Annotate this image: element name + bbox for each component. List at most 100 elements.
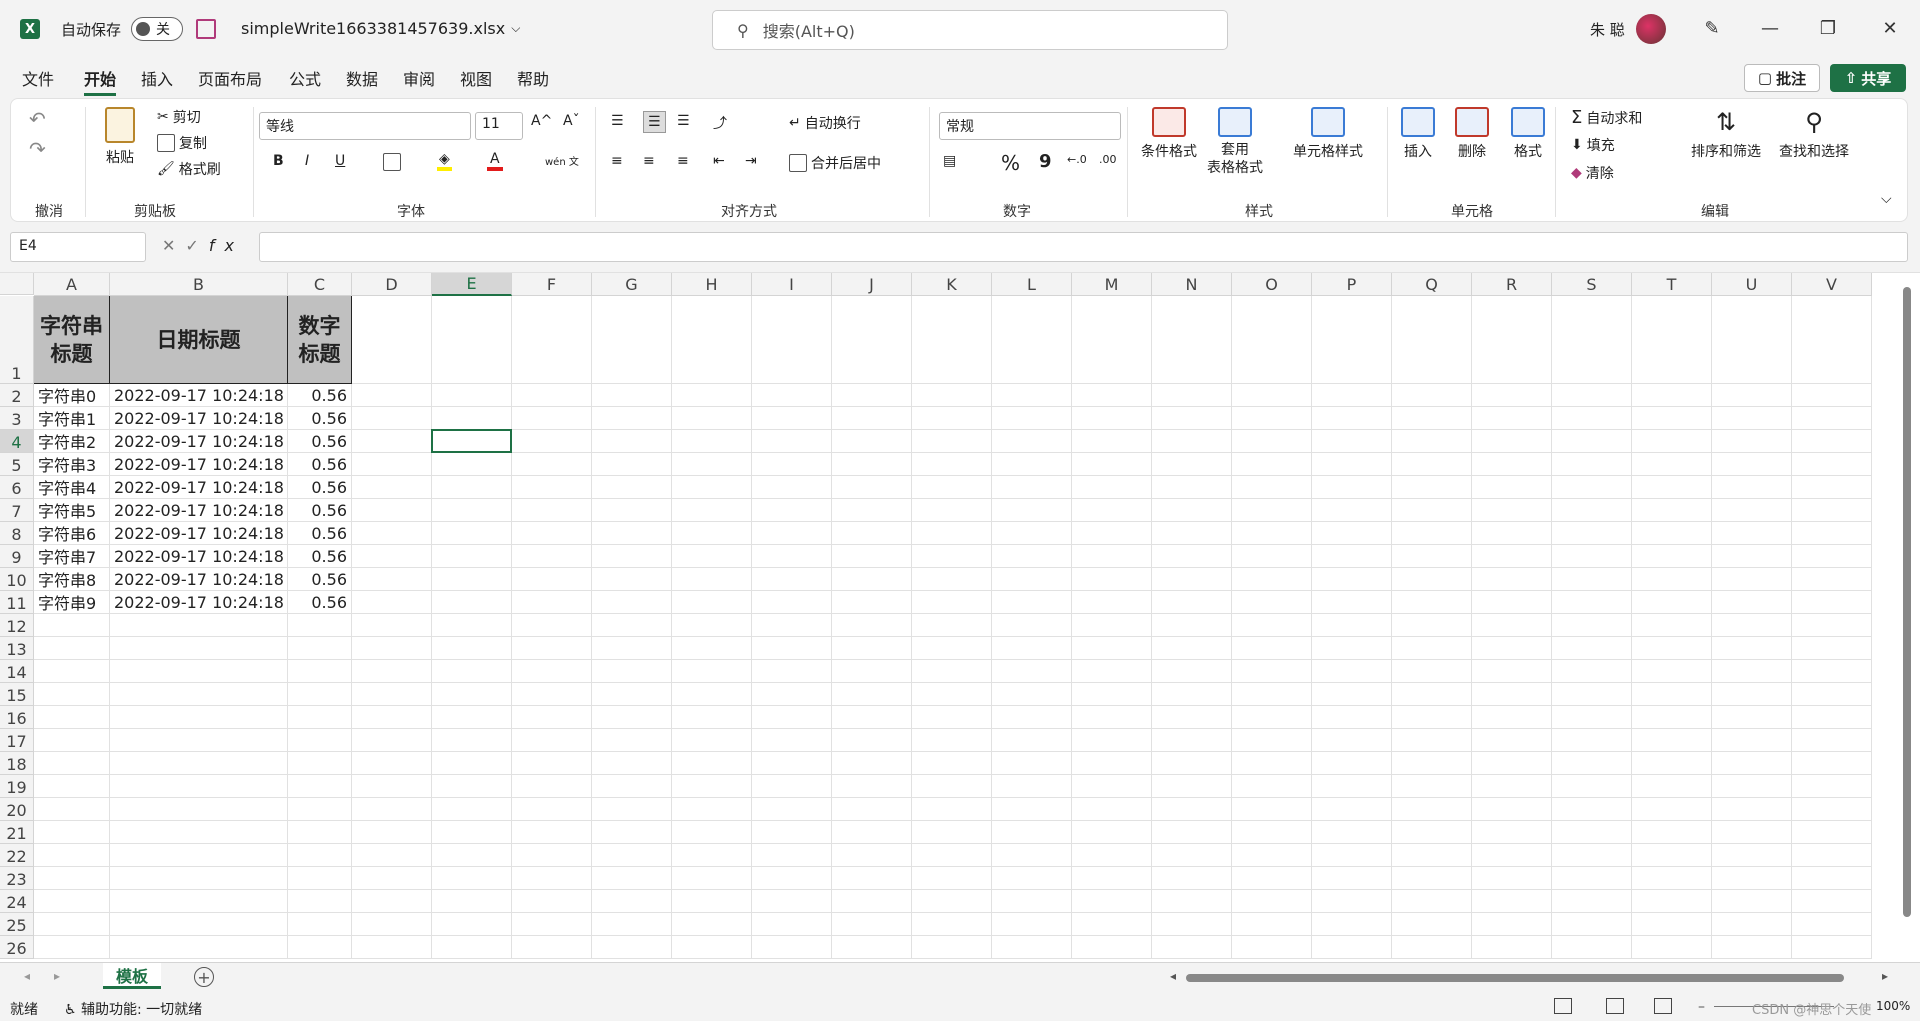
row-header[interactable]: 19: [0, 775, 34, 798]
cell[interactable]: [1552, 499, 1632, 522]
cell[interactable]: [432, 614, 512, 637]
cell[interactable]: [592, 798, 672, 821]
cell[interactable]: [752, 568, 832, 591]
cell[interactable]: [1072, 890, 1152, 913]
cell[interactable]: [110, 683, 288, 706]
cell[interactable]: [432, 407, 512, 430]
table-cell[interactable]: 2022-09-17 10:24:18: [110, 499, 288, 522]
cell[interactable]: [912, 660, 992, 683]
menu-page-layout[interactable]: 页面布局: [198, 66, 262, 90]
cell[interactable]: [912, 453, 992, 476]
cell[interactable]: [672, 476, 752, 499]
cell[interactable]: [432, 683, 512, 706]
cell[interactable]: [512, 913, 592, 936]
table-cell[interactable]: 2022-09-17 10:24:18: [110, 545, 288, 568]
cell[interactable]: [912, 296, 992, 384]
scroll-left-icon[interactable]: ◂: [1170, 969, 1176, 983]
cell[interactable]: [432, 453, 512, 476]
cell[interactable]: [1152, 453, 1232, 476]
cell[interactable]: [432, 798, 512, 821]
cell[interactable]: [1632, 936, 1712, 959]
cell[interactable]: [912, 890, 992, 913]
cell[interactable]: [1792, 821, 1872, 844]
cell[interactable]: [512, 296, 592, 384]
cell[interactable]: [1552, 591, 1632, 614]
save-icon[interactable]: [196, 19, 216, 39]
cell[interactable]: [1712, 706, 1792, 729]
cell[interactable]: [1632, 821, 1712, 844]
menu-insert[interactable]: 插入: [141, 66, 173, 90]
cell[interactable]: [672, 545, 752, 568]
cell[interactable]: [912, 499, 992, 522]
cell[interactable]: [1632, 706, 1712, 729]
cell[interactable]: [1312, 430, 1392, 453]
row-header[interactable]: 2: [0, 384, 34, 407]
cell[interactable]: [110, 614, 288, 637]
cell[interactable]: [512, 729, 592, 752]
cell[interactable]: [432, 890, 512, 913]
column-header[interactable]: A: [34, 273, 110, 296]
cell[interactable]: [992, 821, 1072, 844]
merge-center-button[interactable]: 合并后居中: [789, 153, 881, 173]
cell[interactable]: [1232, 660, 1312, 683]
cell[interactable]: [1072, 660, 1152, 683]
cell[interactable]: [752, 476, 832, 499]
cell[interactable]: [752, 430, 832, 453]
row-header[interactable]: 21: [0, 821, 34, 844]
cell[interactable]: [34, 798, 110, 821]
bold-button[interactable]: B: [273, 153, 284, 169]
cell[interactable]: [992, 384, 1072, 407]
cell[interactable]: [512, 591, 592, 614]
cell[interactable]: [592, 844, 672, 867]
cell[interactable]: [672, 637, 752, 660]
cell[interactable]: [832, 729, 912, 752]
cell[interactable]: [592, 913, 672, 936]
cell[interactable]: [832, 453, 912, 476]
formula-input[interactable]: [259, 232, 1908, 262]
cell[interactable]: [832, 867, 912, 890]
cell[interactable]: [352, 936, 432, 959]
row-header[interactable]: 20: [0, 798, 34, 821]
cell[interactable]: [992, 844, 1072, 867]
cell[interactable]: [512, 545, 592, 568]
cell[interactable]: [1632, 407, 1712, 430]
cell[interactable]: [1712, 729, 1792, 752]
cell[interactable]: [992, 614, 1072, 637]
cell[interactable]: [1472, 798, 1552, 821]
header-cell[interactable]: 数字标题: [288, 296, 352, 384]
cell[interactable]: [1552, 407, 1632, 430]
cell[interactable]: [1232, 936, 1312, 959]
cell[interactable]: [352, 637, 432, 660]
cell[interactable]: [1472, 752, 1552, 775]
cell[interactable]: [592, 453, 672, 476]
cell[interactable]: [672, 499, 752, 522]
page-break-view-icon[interactable]: [1654, 998, 1672, 1014]
cell[interactable]: [432, 729, 512, 752]
cell[interactable]: [512, 453, 592, 476]
cell[interactable]: [832, 821, 912, 844]
column-header[interactable]: F: [512, 273, 592, 296]
cell[interactable]: [110, 706, 288, 729]
cell[interactable]: [352, 729, 432, 752]
cell[interactable]: [832, 591, 912, 614]
cell[interactable]: [1472, 660, 1552, 683]
cell[interactable]: [1472, 568, 1552, 591]
chevron-down-icon[interactable]: ⌵: [1881, 191, 1892, 207]
cell[interactable]: [592, 568, 672, 591]
cell[interactable]: [912, 821, 992, 844]
cell[interactable]: [1792, 499, 1872, 522]
scroll-right-icon[interactable]: ▸: [54, 969, 60, 983]
cell[interactable]: [1312, 568, 1392, 591]
cell[interactable]: [1552, 683, 1632, 706]
cell[interactable]: [1632, 729, 1712, 752]
table-cell[interactable]: 0.56: [288, 407, 352, 430]
cell[interactable]: [1392, 844, 1472, 867]
cell[interactable]: [288, 683, 352, 706]
table-cell[interactable]: 2022-09-17 10:24:18: [110, 591, 288, 614]
cell[interactable]: [1072, 752, 1152, 775]
cell[interactable]: [592, 614, 672, 637]
cell[interactable]: [1152, 499, 1232, 522]
cell[interactable]: [912, 384, 992, 407]
cell[interactable]: [432, 637, 512, 660]
cell[interactable]: [672, 798, 752, 821]
